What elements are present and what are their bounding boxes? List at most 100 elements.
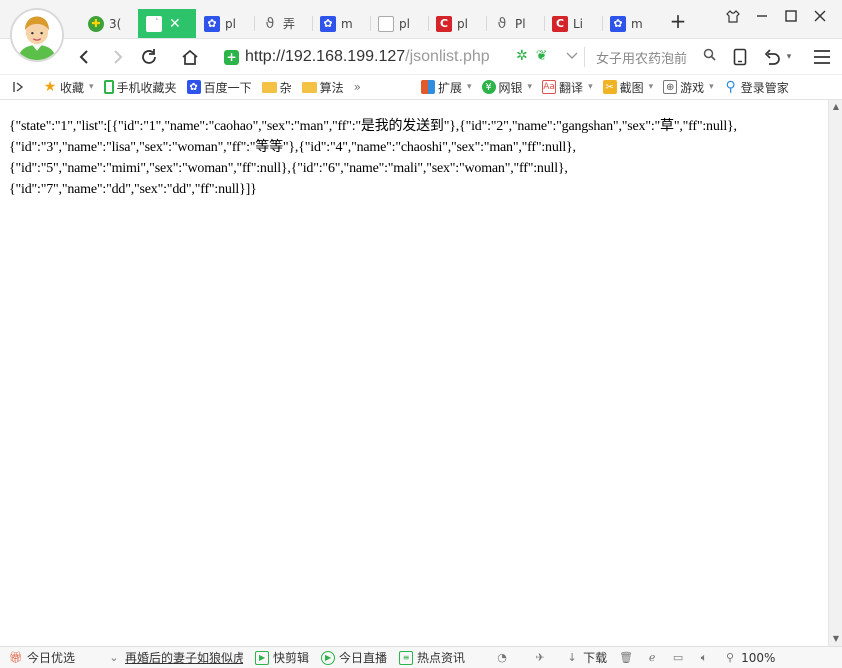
volume-button[interactable]: 🔈︎ — [691, 648, 717, 668]
vertical-scrollbar[interactable]: ▲ ▼ — [828, 100, 842, 646]
tab-label: m — [631, 16, 643, 31]
chevron-down-icon: ▾ — [466, 82, 472, 92]
translate-icon: Aa — [542, 80, 557, 94]
json-line: {"state":"1","list":[{"id":"1","name":"c… — [9, 119, 737, 134]
secure-shield-icon[interactable]: + — [224, 49, 239, 65]
undo-dropdown-icon[interactable]: ▾ — [782, 44, 796, 70]
tab-c-2[interactable]: C Li — [544, 9, 602, 38]
trash-icon: 🗑︎ — [619, 651, 634, 664]
tab-label: 弄 — [283, 17, 296, 31]
sidebar-toggle-button[interactable] — [0, 75, 38, 99]
bookmark-favorites[interactable]: ★ 收藏 ▾ — [38, 75, 99, 99]
bookmark-mobile[interactable]: 手机收藏夹 — [99, 75, 182, 99]
tab-strip: ✚ 3( ✕ ✿ pl ϑ 弄 ✿ m pl C pl ϑ Pl C Li ✿ … — [0, 0, 842, 38]
download-button[interactable]: ↓ 下载 — [559, 648, 613, 668]
tab-doc[interactable]: pl — [370, 9, 428, 38]
user-avatar[interactable] — [10, 8, 64, 62]
speedup-icon[interactable]: ✲ — [516, 48, 528, 64]
news-ticker[interactable]: ⌄ 再婚后的妻子如狼似虎 — [101, 648, 249, 668]
live-button[interactable]: ▶ 今日直播 — [315, 648, 393, 668]
address-actions: ✲ ❦ — [516, 48, 547, 64]
folder-icon — [301, 81, 317, 93]
tool-label: 扩展 — [437, 80, 462, 95]
quick-cut-button[interactable]: ▶ 快剪辑 — [249, 648, 315, 668]
url-host: http://192.168.199.127 — [245, 48, 406, 65]
refresh-button[interactable] — [136, 44, 162, 70]
scroll-up-icon[interactable]: ▲ — [831, 102, 841, 112]
reading-mode-button[interactable] — [727, 44, 753, 70]
tab-phi-2[interactable]: ϑ Pl — [486, 9, 544, 38]
pin-button[interactable]: ✈ — [527, 648, 553, 668]
address-dropdown-icon[interactable] — [566, 49, 578, 63]
bookmarks-more-button[interactable]: » — [349, 75, 366, 99]
skin-icon[interactable] — [718, 6, 747, 26]
address-search-divider — [584, 47, 585, 67]
back-arrow-icon — [79, 50, 88, 64]
avatar-icon — [12, 10, 62, 60]
navigation-bar: + http://192.168.199.127/jsonlist.php ✲ … — [0, 38, 842, 74]
today-pick-button[interactable]: 🎁︎ 今日优选 — [0, 648, 81, 668]
url-path: /jsonlist.php — [405, 48, 490, 65]
bookmark-folder-algorithm[interactable]: 算法 — [297, 75, 349, 99]
bookmarks-bar: ★ 收藏 ▾ 手机收藏夹 ✿ 百度一下 杂 算法 » 扩展 ▾ ¥ 网银 ▾ A… — [0, 74, 842, 100]
search-icon[interactable] — [703, 48, 716, 65]
tool-online-banking[interactable]: ¥ 网银 ▾ — [477, 75, 538, 99]
tab-360[interactable]: ✚ 3( — [80, 9, 138, 38]
minimize-icon[interactable] — [747, 6, 776, 26]
news-link[interactable]: 再婚后的妻子如狼似虎 — [125, 649, 243, 666]
quick-cut-label: 快剪辑 — [273, 651, 310, 665]
home-button[interactable] — [177, 44, 203, 70]
tab-baidu-3[interactable]: ✿ m — [602, 9, 660, 38]
grid-icon — [420, 80, 435, 94]
tool-translate[interactable]: Aa 翻译 ▾ — [537, 75, 598, 99]
back-button[interactable] — [71, 44, 97, 70]
tab-c-1[interactable]: C pl — [428, 9, 486, 38]
maximize-icon[interactable] — [776, 6, 805, 26]
login-manager-button[interactable]: ⚲ 登录管家 — [719, 75, 794, 99]
tab-phi-1[interactable]: ϑ 弄 — [254, 9, 312, 38]
tool-screenshot[interactable]: ✂ 截图 ▾ — [598, 75, 659, 99]
tab-baidu-1[interactable]: ✿ pl — [196, 9, 254, 38]
search-box[interactable]: 女子用农药泡前 — [590, 43, 720, 71]
tool-label: 翻译 — [559, 80, 584, 95]
hot-news-button[interactable]: ≡ 热点资讯 — [393, 648, 471, 668]
forward-button[interactable] — [105, 44, 131, 70]
ie-icon: ℯ — [648, 651, 656, 664]
phi-icon: ϑ — [497, 15, 507, 32]
bookmark-folder-misc[interactable]: 杂 — [257, 75, 297, 99]
close-tab-icon[interactable]: ✕ — [169, 16, 181, 32]
bookmark-label: 百度一下 — [203, 80, 252, 95]
scroll-down-icon[interactable]: ▼ — [831, 634, 841, 644]
chevron-down-icon: ▾ — [588, 82, 593, 92]
tab-jsonlist[interactable]: ✕ — [138, 9, 196, 38]
360-icon: ✚ — [88, 15, 104, 32]
trash-button[interactable]: 🗑︎ — [613, 648, 639, 668]
url-text[interactable]: http://192.168.199.127/jsonlist.php — [245, 48, 490, 66]
close-window-icon[interactable] — [805, 6, 834, 26]
download-label: 下载 — [583, 651, 608, 665]
hot-news-label: 热点资讯 — [417, 651, 466, 665]
tool-extensions[interactable]: 扩展 ▾ — [416, 75, 477, 99]
new-tab-button[interactable]: + — [666, 10, 690, 34]
window-button[interactable]: ▭ — [665, 648, 691, 668]
bookmark-baidu[interactable]: ✿ 百度一下 — [182, 75, 257, 99]
menu-button[interactable] — [809, 44, 835, 70]
star-icon: ★ — [43, 79, 57, 95]
chevron-double-down-icon: ⌄ — [109, 651, 119, 664]
pin-icon: ✈ — [535, 651, 545, 664]
tab-baidu-2[interactable]: ✿ m — [312, 9, 370, 38]
undo-icon — [764, 49, 780, 65]
forward-arrow-icon — [114, 50, 123, 64]
ie-compat-button[interactable]: ℯ — [639, 648, 665, 668]
leaf-icon[interactable]: ❦ — [536, 48, 548, 64]
json-response-text: {"state":"1","list":[{"id":"1","name":"c… — [9, 116, 819, 200]
tab-label: Pl — [515, 16, 526, 31]
tool-games[interactable]: ⊕ 游戏 ▾ — [658, 75, 719, 99]
window-controls — [718, 6, 834, 26]
tab-label: pl — [457, 16, 468, 31]
zoom-button[interactable]: ⚲ 100% — [717, 648, 781, 668]
paw-icon: ✿ — [610, 15, 626, 32]
c-icon: C — [552, 15, 568, 32]
speed-button[interactable]: ◔ — [489, 648, 515, 668]
phi-icon: ϑ — [265, 15, 275, 32]
